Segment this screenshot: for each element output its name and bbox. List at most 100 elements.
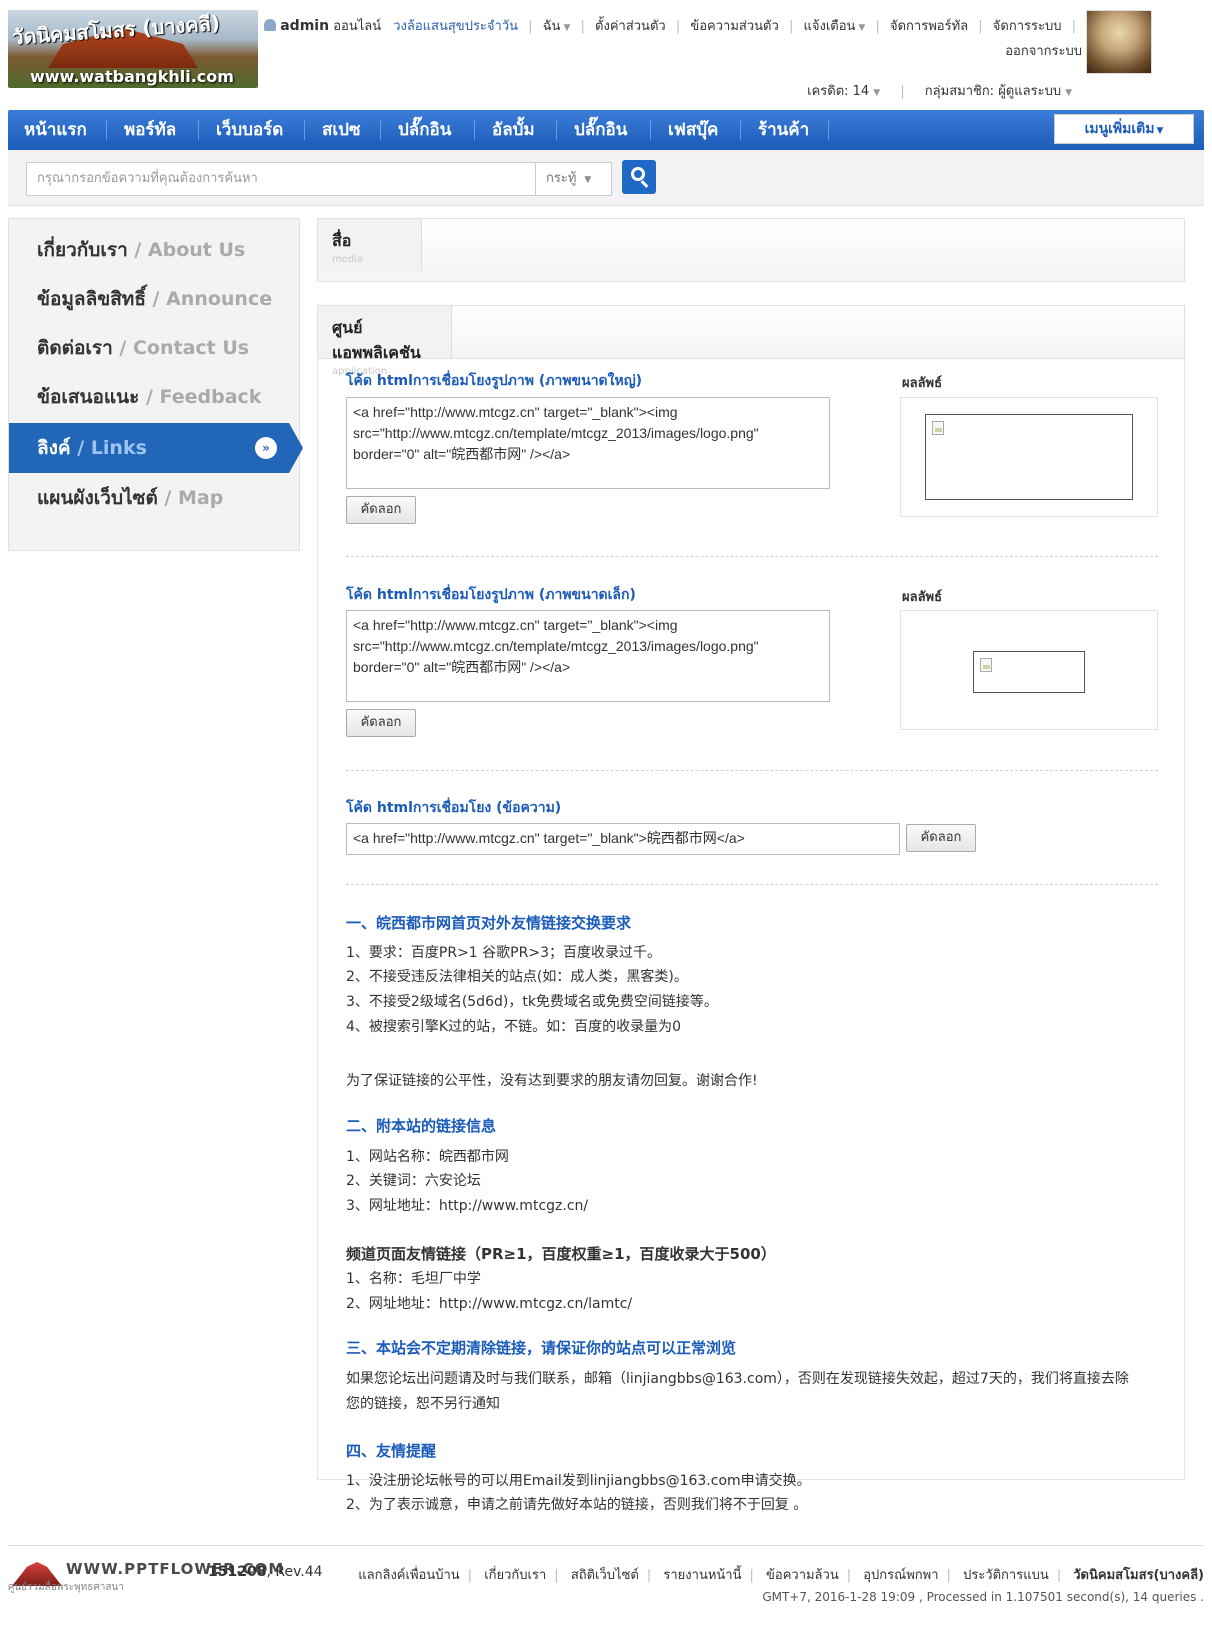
- user-icon: [264, 19, 277, 31]
- small-image-code-textarea[interactable]: <a href="http://www.mtcgz.cn" target="_b…: [346, 610, 830, 702]
- chevron-down-icon: ▼: [873, 88, 881, 98]
- messages-link[interactable]: ข้อความส่วนตัว: [690, 19, 778, 34]
- group-menu[interactable]: กลุ่มสมาชิก: ผู้ดูแลระบบ ▼: [925, 84, 1072, 99]
- rules-section-3-title: 三、本站会不定期清除链接，请保证你的站点可以正常浏览: [346, 1339, 737, 1357]
- credit-line: เครดิต: 14 ▼ | กลุ่มสมาชิก: ผู้ดูแลระบบ ▼: [807, 84, 1072, 99]
- system-manage-link[interactable]: จัดการระบบ: [993, 19, 1062, 34]
- daily-wheel-link[interactable]: วงล้อแสนสุขประจำวัน: [393, 19, 518, 34]
- footer-link[interactable]: เกี่ยวกับเรา: [484, 1568, 546, 1583]
- nav-home[interactable]: หน้าแรก: [24, 110, 87, 150]
- chevron-down-icon: ▼: [858, 23, 866, 33]
- site-info-line: 1、网站名称：皖西都市网: [346, 1149, 509, 1165]
- footer-link[interactable]: ประวัติการแบน: [963, 1568, 1049, 1583]
- small-result-label: ผลลัพธ์: [902, 590, 943, 605]
- nav-facebook[interactable]: เฟสบุ๊ค: [668, 110, 718, 150]
- footer-site-name[interactable]: วัดนิคมสโมสร(บางคลี): [1073, 1568, 1204, 1583]
- sidebar-item-links[interactable]: ลิงค์ / Links»: [9, 423, 303, 473]
- site-logo[interactable]: วัดนิคมสโมสร (บางคลี) www.watbangkhli.co…: [8, 10, 258, 88]
- logout-link[interactable]: ออกจากระบบ: [1005, 44, 1082, 59]
- footer-link[interactable]: ข้อความล้วน: [766, 1568, 839, 1583]
- username-link[interactable]: admin: [280, 18, 329, 34]
- footer-link[interactable]: สถิติเว็บไซต์: [571, 1568, 639, 1583]
- portal-manage-link[interactable]: จัดการพอร์ทัล: [890, 19, 968, 34]
- build-info: 151208, Rev.44: [208, 1564, 323, 1580]
- small-preview-box: [900, 610, 1158, 730]
- rules-line: 3、不接受2级域名(5d6d)，tk免费域名或免费空间链接等。: [346, 994, 718, 1010]
- double-chevron-right-icon: »: [255, 437, 277, 459]
- rules-line: 您的链接，恕不另行通知: [346, 1396, 500, 1412]
- large-result-label: ผลลัพธ์: [902, 376, 943, 391]
- chevron-down-icon: ▼: [584, 175, 592, 185]
- sidebar: เกี่ยวกับเรา / About Us ข้อมูลลิขสิทธิ์ …: [8, 218, 303, 551]
- sidebar-item-map[interactable]: แผนผังเว็บไซต์ / Map: [9, 473, 301, 523]
- rules-line: 如果您论坛出问题请及时与我们联系，邮箱（linjiangbbs@163.com）…: [346, 1371, 1129, 1387]
- rules-section-1-title: 一、皖西都市网首页对外友情链接交换要求: [346, 914, 632, 932]
- footer-logo[interactable]: WWW.PPTFLOWER.COM ศูนย์รวมสื่อพระพุทธศาส…: [8, 1558, 283, 1593]
- chevron-down-icon: ▼: [1156, 126, 1164, 136]
- media-tab[interactable]: สื่อ media: [318, 219, 422, 271]
- search-type-select[interactable]: กระทู้ ▼: [536, 162, 612, 196]
- user-nav: admin ออนไลน์ วงล้อแสนสุขประจำวัน | ฉัน ▼…: [262, 14, 1082, 64]
- footer-link[interactable]: อุปกรณ์พกพา: [863, 1568, 938, 1583]
- settings-link[interactable]: ตั้งค่าส่วนตัว: [595, 19, 666, 34]
- main-nav: หน้าแรก พอร์ทัล เว็บบอร์ด สเปซ ปลั๊กอิน …: [8, 110, 1204, 150]
- nav-shop[interactable]: ร้านค้า: [758, 110, 809, 150]
- rules-line: 2、为了表示诚意，申请之前请先做好本站的链接，否则我们将不于回复 。: [346, 1497, 808, 1513]
- search-button[interactable]: [622, 160, 656, 194]
- search-input[interactable]: กรุณากรอกข้อความที่คุณต้องการค้นหา: [26, 162, 536, 196]
- media-panel: สื่อ media: [317, 218, 1185, 282]
- chevron-down-icon: ▼: [1065, 88, 1072, 98]
- copy-large-button[interactable]: คัดลอก: [346, 496, 416, 524]
- large-preview-image[interactable]: [925, 414, 1133, 500]
- chevron-down-icon: ▼: [563, 23, 571, 33]
- small-image-code-title: โค้ด htmlการเชื่อมโยงรูปภาพ (ภาพขนาดเล็ก…: [346, 587, 636, 603]
- site-info-line: 3、网址地址：http://www.mtcgz.cn/: [346, 1198, 589, 1214]
- footer-link[interactable]: รายงานหน้านี้: [663, 1568, 741, 1583]
- copy-small-button[interactable]: คัดลอก: [346, 709, 416, 737]
- footer-links: แลกลิงค์เพื่อนบ้าน | เกี่ยวกับเรา | สถิติเ…: [358, 1568, 1204, 1583]
- channel-info-line: 1、名称：毛坦厂中学: [346, 1271, 481, 1287]
- small-preview-image[interactable]: [973, 651, 1085, 693]
- footer-meta: GMT+7, 2016-1-28 19:09 , Processed in 1.…: [762, 1590, 1204, 1604]
- large-image-code-textarea[interactable]: <a href="http://www.mtcgz.cn" target="_b…: [346, 397, 830, 489]
- site-info-line: 2、关键词：六安论坛: [346, 1173, 481, 1189]
- channel-links-title: 频道页面友情链接（PR≥1，百度权重≥1，百度收录大于500）: [346, 1245, 776, 1263]
- nav-plugin-2[interactable]: ปลั๊กอิน: [574, 110, 627, 150]
- notifications-menu[interactable]: แจ้งเตือน ▼: [803, 19, 865, 34]
- broken-image-icon: [932, 421, 944, 435]
- online-status: ออนไลน์: [333, 19, 382, 34]
- copy-text-button[interactable]: คัดลอก: [906, 824, 976, 852]
- rules-section-2-title: 二、附本站的链接信息: [346, 1117, 497, 1135]
- text-link-code-input[interactable]: <a href="http://www.mtcgz.cn" target="_b…: [346, 823, 900, 855]
- rules-line: 1、没注册论坛帐号的可以用Email发到linjiangbbs@163.com申…: [346, 1473, 811, 1489]
- credit-menu[interactable]: เครดิต: 14 ▼: [807, 84, 880, 99]
- large-image-code-title: โค้ด htmlการเชื่อมโยงรูปภาพ (ภาพขนาดใหญ่…: [346, 373, 643, 389]
- avatar[interactable]: [1086, 10, 1152, 74]
- nav-webboard[interactable]: เว็บบอร์ด: [216, 110, 283, 150]
- search-icon: [631, 167, 645, 181]
- fairness-note: 为了保证链接的公平性，没有达到要求的朋友请勿回复。谢谢合作!: [346, 1073, 758, 1089]
- me-menu[interactable]: ฉัน ▼: [543, 19, 571, 34]
- rules-line: 2、不接受违反法律相关的站点(如：成人类，黑客类)。: [346, 969, 688, 985]
- logo-url-text: www.watbangkhli.com: [30, 67, 234, 86]
- sidebar-item-about[interactable]: เกี่ยวกับเรา / About Us: [9, 225, 301, 275]
- search-bar: กรุณากรอกข้อความที่คุณต้องการค้นหา กระทู…: [8, 150, 1204, 206]
- footer: WWW.PPTFLOWER.COM ศูนย์รวมสื่อพระพุทธศาส…: [8, 1545, 1204, 1645]
- channel-info-line: 2、网址地址：http://www.mtcgz.cn/lamtc/: [346, 1296, 633, 1312]
- broken-image-icon: [980, 658, 992, 672]
- rules-section-4-title: 四、友情提醒: [346, 1442, 437, 1460]
- nav-portal[interactable]: พอร์ทัล: [124, 110, 176, 150]
- nav-plugin-1[interactable]: ปลั๊กอิน: [398, 110, 451, 150]
- sidebar-item-announce[interactable]: ข้อมูลลิขสิทธิ์ / Announce: [9, 274, 301, 324]
- sidebar-item-feedback[interactable]: ข้อเสนอแนะ / Feedback: [9, 372, 301, 422]
- footer-link[interactable]: แลกลิงค์เพื่อนบ้าน: [358, 1568, 459, 1583]
- application-panel: ศูนย์แอพพลิเคชัน application: [317, 305, 1185, 377]
- large-preview-box: [900, 397, 1158, 517]
- nav-space[interactable]: สเปซ: [322, 110, 361, 150]
- sidebar-item-contact[interactable]: ติดต่อเรา / Contact Us: [9, 323, 301, 373]
- application-tab[interactable]: ศูนย์แอพพลิเคชัน application: [318, 306, 452, 377]
- more-menu-button[interactable]: เมนูเพิ่มเติม ▼: [1054, 114, 1194, 144]
- rules-line: 4、被搜索引擎K过的站，不链。如：百度的收录量为0: [346, 1019, 681, 1035]
- rules-line: 1、要求：百度PR>1 谷歌PR>3；百度收录过千。: [346, 945, 661, 961]
- nav-album[interactable]: อัลบั้ม: [492, 110, 535, 150]
